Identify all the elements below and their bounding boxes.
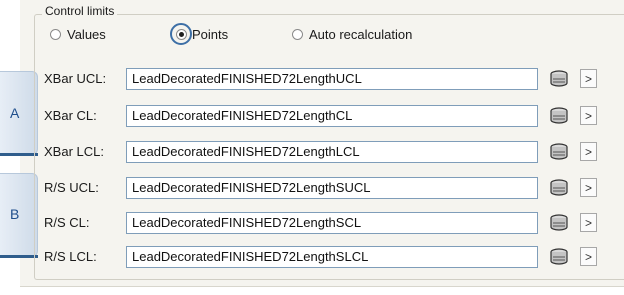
rs-cl-field[interactable]: LeadDecoratedFINISHED72LengthSCL (126, 212, 538, 234)
rs-lcl-expand-button[interactable]: > (580, 247, 597, 266)
rs-ucl-field[interactable]: LeadDecoratedFINISHED72LengthSUCL (126, 177, 538, 199)
xbar-ucl-database-icon[interactable] (548, 69, 570, 89)
section-tab-b-shadow (0, 255, 38, 258)
rs-ucl-expand-button[interactable]: > (580, 178, 597, 197)
xbar-cl-database-icon[interactable] (548, 106, 570, 126)
radio-points-dot (179, 32, 184, 37)
rs-ucl-database-icon[interactable] (548, 178, 570, 198)
radio-values-label: Values (67, 27, 106, 42)
radio-points[interactable]: Points (176, 27, 228, 42)
radio-auto-recalculation[interactable]: Auto recalculation (292, 27, 412, 42)
rs-ucl-label: R/S UCL: (44, 180, 99, 195)
section-tab-a-shadow (0, 153, 38, 156)
xbar-cl-label: XBar CL: (44, 108, 97, 123)
rs-cl-label: R/S CL: (44, 215, 90, 230)
group-title: Control limits (42, 4, 118, 18)
xbar-lcl-expand-button[interactable]: > (580, 142, 597, 161)
section-label-b: B (10, 206, 20, 222)
rs-lcl-label: R/S LCL: (44, 249, 97, 264)
section-label-a: A (10, 105, 20, 121)
xbar-ucl-label: XBar UCL: (44, 71, 107, 86)
radio-auto-recalculation-circle (292, 29, 303, 40)
xbar-cl-expand-button[interactable]: > (580, 106, 597, 125)
rs-lcl-field[interactable]: LeadDecoratedFINISHED72LengthSLCL (126, 246, 538, 268)
radio-points-circle (176, 29, 187, 40)
rs-cl-database-icon[interactable] (548, 213, 570, 233)
xbar-lcl-label: XBar LCL: (44, 144, 104, 159)
radio-auto-recalculation-label: Auto recalculation (309, 27, 413, 42)
xbar-lcl-field[interactable]: LeadDecoratedFINISHED72LengthLCL (126, 141, 538, 163)
radio-values-circle (50, 29, 61, 40)
xbar-ucl-field[interactable]: LeadDecoratedFINISHED72LengthUCL (126, 68, 538, 90)
radio-values[interactable]: Values (50, 27, 106, 42)
rs-cl-expand-button[interactable]: > (580, 213, 597, 232)
radio-points-label: Points (192, 27, 229, 42)
xbar-ucl-expand-button[interactable]: > (580, 69, 597, 88)
xbar-lcl-database-icon[interactable] (548, 142, 570, 162)
rs-lcl-database-icon[interactable] (548, 247, 570, 267)
xbar-cl-field[interactable]: LeadDecoratedFINISHED72LengthCL (126, 105, 538, 127)
